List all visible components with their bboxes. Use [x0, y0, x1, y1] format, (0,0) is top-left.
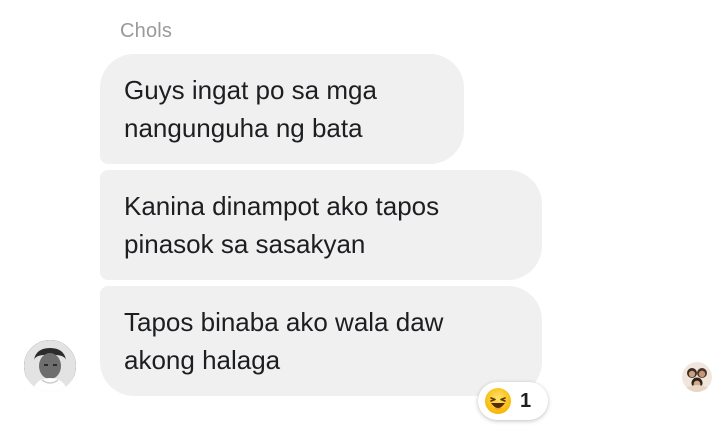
- message-text-line: Tapos binaba ako wala daw: [124, 307, 444, 337]
- message-text-line: pinasok sa sasakyan: [124, 229, 366, 259]
- message-bubble[interactable]: Guys ingat po sa mga nangunguha ng bata: [100, 54, 464, 164]
- group-avatar-icon: [682, 362, 712, 392]
- message-text-line: nangunguha ng bata: [124, 113, 363, 143]
- reaction-count: 1: [520, 389, 532, 412]
- message-bubble[interactable]: Tapos binaba ako wala daw akong halaga: [100, 286, 542, 396]
- laughing-face-icon: [485, 388, 511, 414]
- sender-name: Chols: [120, 20, 173, 42]
- reaction-pill[interactable]: 1: [478, 382, 548, 420]
- seen-indicator-avatar: [682, 362, 712, 392]
- message-text-line: Kanina dinampot ako tapos: [124, 191, 440, 221]
- message-bubble[interactable]: Kanina dinampot ako tapos pinasok sa sas…: [100, 170, 542, 280]
- message-text-line: Guys ingat po sa mga: [124, 75, 377, 105]
- sender-avatar[interactable]: [24, 340, 76, 392]
- message-text-line: akong halaga: [124, 345, 281, 375]
- person-avatar-icon: [24, 340, 76, 392]
